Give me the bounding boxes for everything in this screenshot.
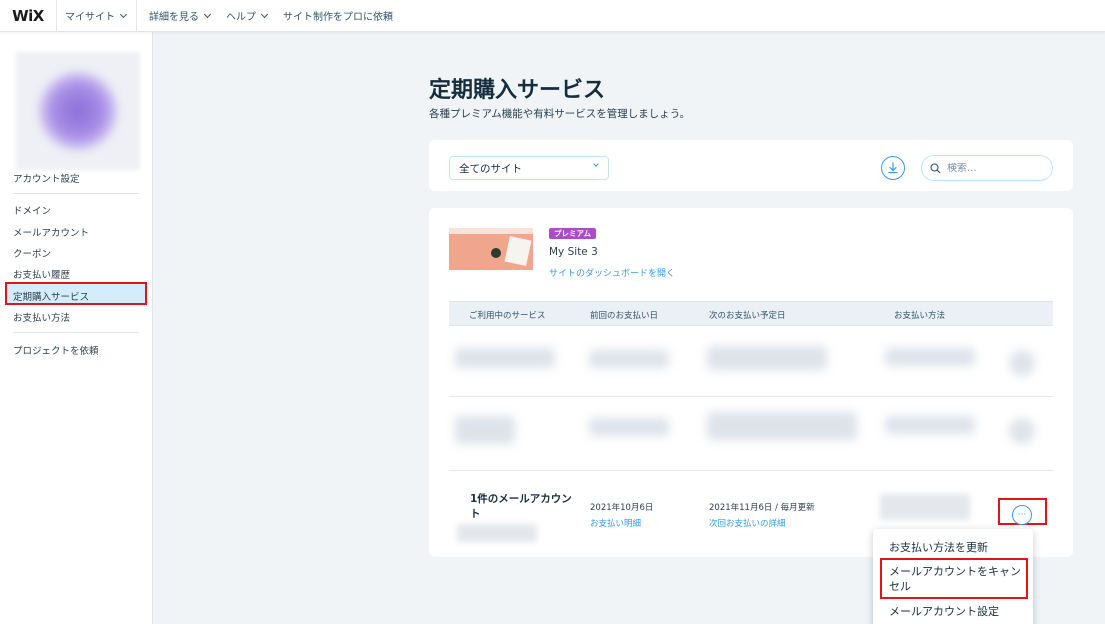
wix-logo[interactable]: WiX — [0, 0, 57, 32]
subscriptions-card: プレミアム My Site 3 サイトのダッシュボードを開く ご利用中のサービス… — [429, 208, 1073, 557]
chevron-down-icon — [203, 10, 212, 18]
avatar — [39, 72, 117, 150]
download-button[interactable] — [881, 156, 905, 180]
menu-item-update-payment[interactable]: お支払い方法を更新 — [889, 540, 988, 555]
account-avatar-area — [16, 52, 140, 170]
more-actions-button[interactable]: ··· — [1012, 505, 1032, 525]
my-sites-label: マイサイト — [65, 12, 115, 23]
search-box[interactable] — [921, 155, 1053, 181]
chevron-down-icon — [593, 161, 599, 167]
table-header: ご利用中のサービス 前回のお支払い日 次のお支払い予定日 お支払い方法 — [449, 301, 1053, 326]
site-filter-value: 全てのサイト — [459, 162, 522, 175]
premium-badge: プレミアム — [549, 228, 596, 239]
last-payment-date: 2021年10月6日 — [590, 503, 654, 513]
table-row — [449, 330, 1053, 396]
site-thumbnail[interactable] — [449, 228, 533, 277]
filter-bar: 全てのサイト — [429, 140, 1073, 191]
download-icon — [888, 162, 898, 174]
hire-pro-link[interactable]: サイト制作をプロに依頼 — [275, 0, 401, 32]
next-payment-details-link[interactable]: 次回お支払いの詳細 — [709, 517, 786, 529]
chevron-down-icon — [119, 10, 128, 18]
menu-item-mailbox-settings[interactable]: メールアカウント設定 — [889, 604, 999, 619]
page-title: 定期購入サービス — [429, 78, 606, 103]
payment-method-redacted — [880, 494, 970, 520]
sidebar-item-billing-history[interactable]: お支払い履歴 — [13, 267, 70, 281]
table-row — [449, 398, 1053, 464]
site-filter-select[interactable]: 全てのサイト — [449, 156, 609, 180]
search-input[interactable] — [947, 162, 1042, 174]
search-icon — [930, 162, 941, 173]
explore-menu[interactable]: 詳細を見る — [141, 0, 218, 32]
sidebar-item-mailboxes[interactable]: メールアカウント — [13, 225, 89, 239]
column-header-payment-method: お支払い方法 — [894, 311, 946, 321]
sidebar-item-hire-project[interactable]: プロジェクトを依頼 — [13, 343, 99, 357]
billing-details-link[interactable]: お支払い明細 — [590, 517, 641, 529]
page-subtitle: 各種プレミアム機能や有料サービスを管理しましょう。 — [429, 108, 691, 120]
top-bar: WiX マイサイト 詳細を見る ヘルプ サイト制作をプロに依頼 — [0, 0, 1105, 32]
column-header-last-payment: 前回のお支払い日 — [590, 311, 659, 321]
chevron-down-icon — [260, 10, 269, 18]
site-name: My Site 3 — [549, 246, 598, 258]
service-detail-redacted — [457, 524, 537, 542]
column-header-next-payment: 次のお支払い予定日 — [709, 311, 786, 321]
sidebar: アカウント設定 ドメイン メールアカウント クーポン お支払い履歴 定期購入サー… — [0, 32, 153, 624]
site-dashboard-link[interactable]: サイトのダッシュボードを開く — [549, 266, 675, 279]
sidebar-item-vouchers[interactable]: クーポン — [13, 246, 51, 260]
more-icon: ··· — [1017, 510, 1027, 520]
help-label: ヘルプ — [226, 12, 256, 23]
hire-pro-label: サイト制作をプロに依頼 — [283, 12, 393, 23]
row-divider — [449, 470, 1053, 471]
column-header-service: ご利用中のサービス — [469, 311, 546, 321]
my-sites-menu[interactable]: マイサイト — [57, 0, 137, 32]
sidebar-item-account-settings[interactable]: アカウント設定 — [13, 171, 80, 185]
sidebar-item-subscriptions[interactable]: 定期購入サービス — [13, 289, 89, 303]
row-divider — [449, 396, 1053, 397]
sidebar-divider — [13, 332, 139, 333]
sidebar-item-payment-methods[interactable]: お支払い方法 — [13, 310, 70, 324]
help-menu[interactable]: ヘルプ — [218, 0, 275, 32]
actions-menu: お支払い方法を更新 メールアカウントをキャンセル メールアカウント設定 — [873, 529, 1033, 624]
sidebar-item-domains[interactable]: ドメイン — [13, 203, 51, 217]
explore-label: 詳細を見る — [149, 12, 199, 23]
service-name: 1件のメールアカウント — [470, 493, 572, 520]
menu-item-cancel-mailbox[interactable]: メールアカウントをキャンセル — [889, 564, 1029, 594]
sidebar-divider — [13, 193, 139, 194]
next-payment-date: 2021年11月6日 / 毎月更新 — [709, 503, 815, 513]
